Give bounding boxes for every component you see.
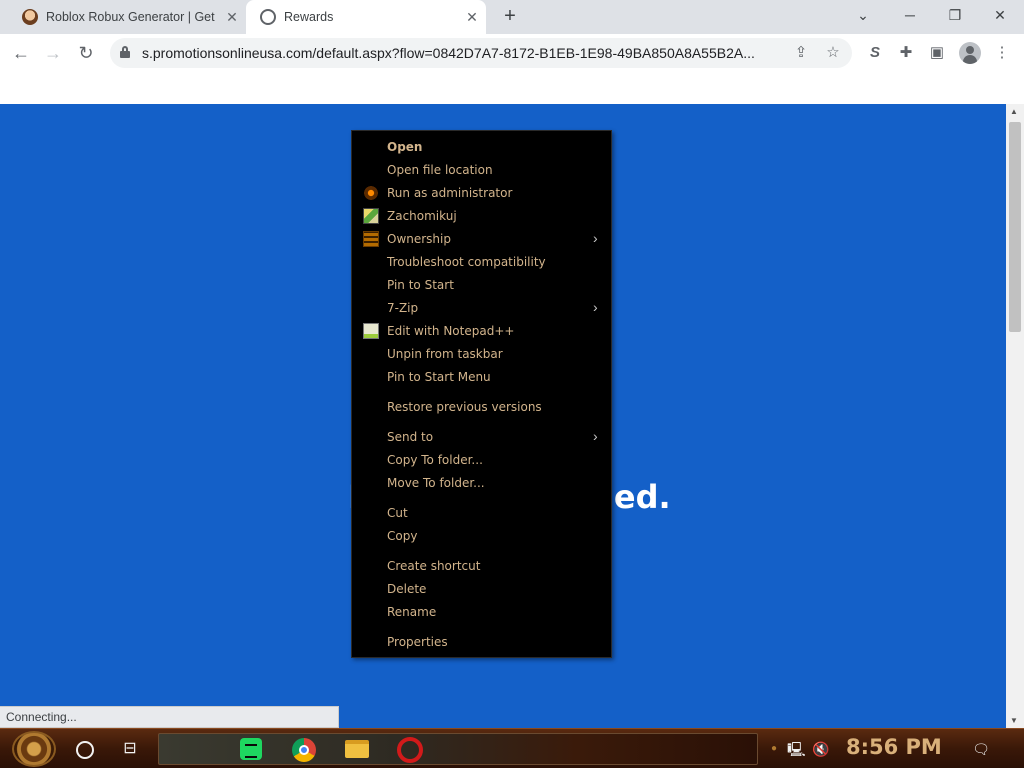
menu-item-open-file-location[interactable]: Open file location [387,162,493,178]
zachomikuj-icon [363,208,379,224]
scroll-up-arrow-icon[interactable]: ▲ [1010,107,1018,116]
lock-icon[interactable] [120,46,130,58]
reload-button[interactable]: ↻ [74,41,98,65]
status-bubble: Connecting... [0,706,339,728]
forward-button[interactable]: → [41,41,65,65]
clock[interactable]: 8:56 PM [846,735,942,759]
opera-icon[interactable] [397,737,423,763]
tab-strip: Roblox Robux Generator | Get ✕ Rewards ✕… [0,0,1024,34]
menu-item-restore-previous-versions[interactable]: Restore previous versions [387,399,542,415]
tab-title: Roblox Robux Generator | Get [46,10,215,24]
tab-search-chevron-icon[interactable]: ⌄ [851,4,875,26]
scroll-down-arrow-icon[interactable]: ▼ [1010,716,1018,725]
menu-item-move-to-folder[interactable]: Move To folder... [387,475,485,491]
roblox-avatar-icon [22,9,38,25]
close-icon[interactable]: ✕ [224,9,240,25]
restore-button[interactable]: ❐ [943,4,967,26]
menu-item-run-as-administrator[interactable]: Run as administrator [387,185,512,201]
back-button[interactable]: ← [9,41,33,65]
tray-overflow-icon[interactable]: ● [765,740,783,758]
minimize-button[interactable]: ─ [898,4,922,26]
close-icon[interactable]: ✕ [464,9,480,25]
profile-avatar-icon[interactable] [959,42,981,64]
menu-item-pin-to-start-menu[interactable]: Pin to Start Menu [387,369,491,385]
search-icon[interactable] [72,737,96,761]
page-scrollbar[interactable]: ▲ ▼ [1006,104,1024,728]
globe-icon [260,9,276,25]
taskbar: ⊟ ● 🖳 🔇 8:56 PM 🗨 [0,728,1024,768]
spotify-icon[interactable] [240,738,262,760]
chrome-icon[interactable] [292,738,316,762]
menu-item-edit-with-notepad[interactable]: Edit with Notepad++ [387,323,514,339]
menu-item-copy[interactable]: Copy [387,528,417,544]
scrollbar-thumb[interactable] [1009,122,1021,332]
notification-icon[interactable]: 🗨 [972,740,990,758]
menu-item-create-shortcut[interactable]: Create shortcut [387,558,480,574]
context-menu: Open Open file location Run as administr… [351,130,612,658]
submenu-chevron-icon: › [593,299,598,315]
menu-item-cut[interactable]: Cut [387,505,408,521]
tab-title: Rewards [284,10,334,24]
menu-item-troubleshoot-compatibility[interactable]: Troubleshoot compatibility [387,254,546,270]
menu-item-properties[interactable]: Properties [387,634,448,650]
bookmark-star-icon[interactable]: ☆ [823,43,843,63]
share-icon[interactable]: ⇪ [791,43,811,63]
ownership-icon [363,231,379,247]
headline-right: ed. [613,478,671,516]
file-explorer-icon[interactable] [345,740,369,758]
menu-item-zachomikuj[interactable]: Zachomikuj [387,208,457,224]
shield-icon [363,185,379,201]
menu-item-delete[interactable]: Delete [387,581,426,597]
start-button[interactable] [12,731,56,767]
extension-s-icon[interactable]: S [865,43,885,63]
side-panel-icon[interactable]: ▣ [927,43,947,63]
menu-item-7-zip[interactable]: 7-Zip [387,300,418,316]
volume-muted-icon[interactable]: 🔇 [812,740,830,758]
submenu-chevron-icon: › [593,428,598,444]
url-text[interactable]: s.promotionsonlineusa.com/default.aspx?f… [142,45,782,61]
menu-kebab-icon[interactable]: ⋮ [992,43,1012,63]
menu-item-ownership[interactable]: Ownership [387,231,451,247]
new-tab-button[interactable]: + [498,5,522,29]
window-close-button[interactable]: ✕ [988,4,1012,26]
task-view-icon[interactable]: ⊟ [118,737,142,761]
menu-item-pin-to-start[interactable]: Pin to Start [387,277,454,293]
menu-item-rename[interactable]: Rename [387,604,436,620]
tab-roblox-generator[interactable]: Roblox Robux Generator | Get ✕ [10,0,246,34]
network-icon[interactable]: 🖳 [787,740,806,758]
submenu-chevron-icon: › [593,230,598,246]
menu-item-open[interactable]: Open [387,139,422,155]
tab-rewards[interactable]: Rewards ✕ [246,0,486,34]
browser-toolbar: ← → ↻ s.promotionsonlineusa.com/default.… [0,34,1024,72]
menu-item-send-to[interactable]: Send to [387,429,433,445]
menu-item-copy-to-folder[interactable]: Copy To folder... [387,452,483,468]
menu-item-unpin-from-taskbar[interactable]: Unpin from taskbar [387,346,503,362]
address-bar[interactable]: s.promotionsonlineusa.com/default.aspx?f… [110,38,852,68]
notepad-plus-plus-icon [363,323,379,339]
extensions-puzzle-icon[interactable]: ✚ [896,43,916,63]
